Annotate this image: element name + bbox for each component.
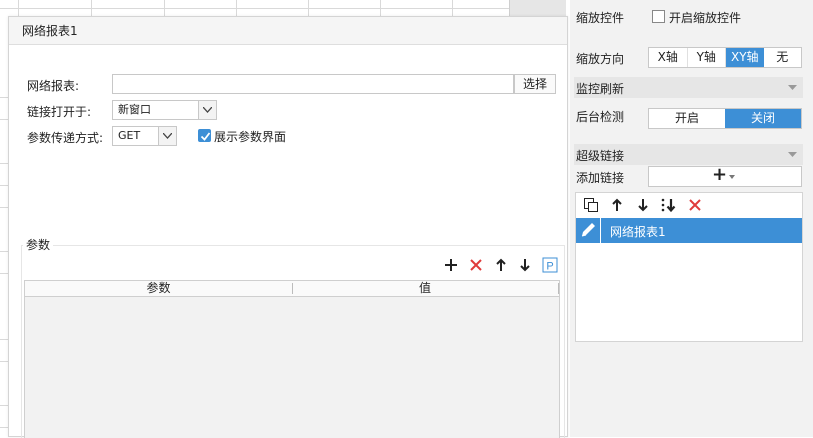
sort-icon[interactable] [660, 197, 676, 213]
param-p-icon[interactable]: P [542, 257, 558, 273]
scrollbar-strip [509, 0, 528, 16]
link-list: 网络报表1 [575, 192, 803, 342]
scrollbar-strip [528, 0, 566, 16]
zoom-option-none[interactable]: 无 [764, 48, 802, 67]
method-label: 参数传递方式: [27, 131, 104, 145]
background-check-off[interactable]: 关闭 [725, 109, 801, 128]
params-group-title: 参数 [23, 236, 54, 253]
column-header-value[interactable]: 值 [292, 281, 558, 296]
add-icon[interactable] [443, 257, 459, 273]
arrow-down-icon[interactable] [635, 197, 651, 213]
monitor-refresh-title: 监控刷新 [576, 82, 625, 96]
add-link-label: 添加链接 [576, 171, 625, 185]
monitor-refresh-section[interactable]: 监控刷新 [574, 77, 803, 98]
zoom-direction-segmented[interactable]: X轴 Y轴 XY轴 无 [648, 47, 802, 68]
chevron-down-icon [158, 127, 176, 145]
zoom-option-x[interactable]: X轴 [649, 48, 688, 67]
zoom-option-xy[interactable]: XY轴 [726, 48, 764, 67]
report-label: 网络报表: [27, 79, 80, 93]
chevron-down-icon [788, 85, 797, 90]
background-check-segmented[interactable]: 开启 关闭 [648, 108, 802, 129]
report-input[interactable] [112, 74, 514, 94]
background-check-label: 后台检测 [576, 110, 625, 124]
arrow-up-icon[interactable] [493, 257, 509, 273]
pencil-icon[interactable] [576, 218, 601, 243]
chevron-down-icon [788, 152, 797, 157]
hyperlink-section[interactable]: 超级链接 [574, 144, 803, 165]
svg-text:P: P [546, 261, 553, 273]
chevron-down-icon [729, 175, 735, 179]
delete-icon[interactable] [687, 197, 703, 213]
params-table-body[interactable] [24, 297, 560, 438]
zoom-option-y[interactable]: Y轴 [688, 48, 726, 67]
params-table-header: 参数 值 [24, 280, 560, 297]
open-in-select[interactable]: 新窗口 [112, 100, 217, 120]
method-select[interactable]: GET [112, 126, 177, 146]
add-icon: + [712, 164, 728, 185]
delete-icon[interactable] [468, 257, 484, 273]
copy-icon[interactable] [583, 197, 599, 213]
show-params-label: 展示参数界面 [214, 130, 287, 144]
zoom-direction-label: 缩放方向 [576, 52, 625, 66]
add-link-button[interactable]: + [648, 164, 802, 187]
open-in-value: 新窗口 [118, 103, 151, 116]
link-item-label: 网络报表1 [610, 225, 666, 239]
zoom-control-label: 缩放控件 [576, 11, 625, 25]
hyperlink-title: 超级链接 [576, 149, 625, 163]
arrow-down-icon[interactable] [517, 257, 533, 273]
select-report-button[interactable]: 选择 [514, 74, 556, 94]
properties-panel: 缩放控件 开启缩放控件 缩放方向 X轴 Y轴 XY轴 无 监控刷新 后台检测 开… [570, 0, 813, 437]
enable-zoom-checkbox[interactable] [652, 10, 665, 23]
method-value: GET [118, 129, 141, 142]
chevron-down-icon [198, 101, 216, 119]
enable-zoom-label: 开启缩放控件 [669, 11, 742, 25]
column-header-param[interactable]: 参数 [25, 281, 292, 296]
arrow-up-icon[interactable] [609, 197, 625, 213]
link-list-item[interactable]: 网络报表1 [576, 218, 802, 243]
show-params-checkbox[interactable] [198, 129, 211, 142]
hyperlink-dialog: 网络报表1 网络报表: 选择 链接打开于: 新窗口 参数传递方式: GET 展示… [8, 16, 568, 438]
background-check-on[interactable]: 开启 [649, 109, 725, 128]
dialog-title: 网络报表1 [9, 17, 567, 45]
open-in-label: 链接打开于: [27, 105, 92, 119]
